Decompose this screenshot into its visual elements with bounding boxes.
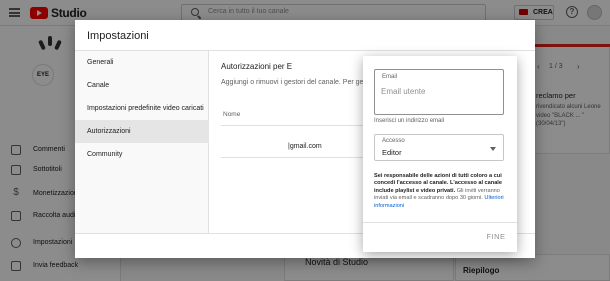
permissions-description: Aggiungi o rimuovi i gestori del canale.… [221, 79, 381, 86]
email-hint: Inserisci un indirizzo email [374, 118, 445, 124]
nav-item-channel[interactable]: Canale [75, 74, 209, 97]
nav-item-upload-defaults[interactable]: Impostazioni predefinite video caricati [75, 97, 209, 120]
caret-down-icon [490, 147, 496, 151]
email-field[interactable]: Email [374, 69, 504, 115]
divider [363, 222, 517, 223]
nav-item-community[interactable]: Community [75, 143, 209, 166]
divider [221, 157, 364, 158]
email-field-label: Email [382, 74, 398, 80]
access-select[interactable]: Accesso Editor [374, 134, 504, 161]
manager-email: |gmail.com [288, 143, 322, 150]
dialog-title: Impostazioni [87, 30, 149, 42]
responsibility-note: Sei responsabile delle azioni di tutti c… [374, 173, 508, 210]
divider [221, 125, 364, 126]
column-header-name: Nome [223, 111, 241, 118]
invite-popup: Email Inserisci un indirizzo email Acces… [363, 56, 517, 252]
settings-nav: Generali Canale Impostazioni predefinite… [75, 51, 209, 233]
nav-item-permissions[interactable]: Autorizzazioni [75, 120, 209, 143]
done-button[interactable]: FINE [481, 230, 511, 244]
access-label: Accesso [382, 138, 405, 144]
access-value: Editor [382, 148, 402, 157]
permissions-title: Autorizzazioni per E [221, 62, 293, 71]
email-input[interactable] [381, 85, 496, 97]
nav-item-general[interactable]: Generali [75, 51, 209, 74]
